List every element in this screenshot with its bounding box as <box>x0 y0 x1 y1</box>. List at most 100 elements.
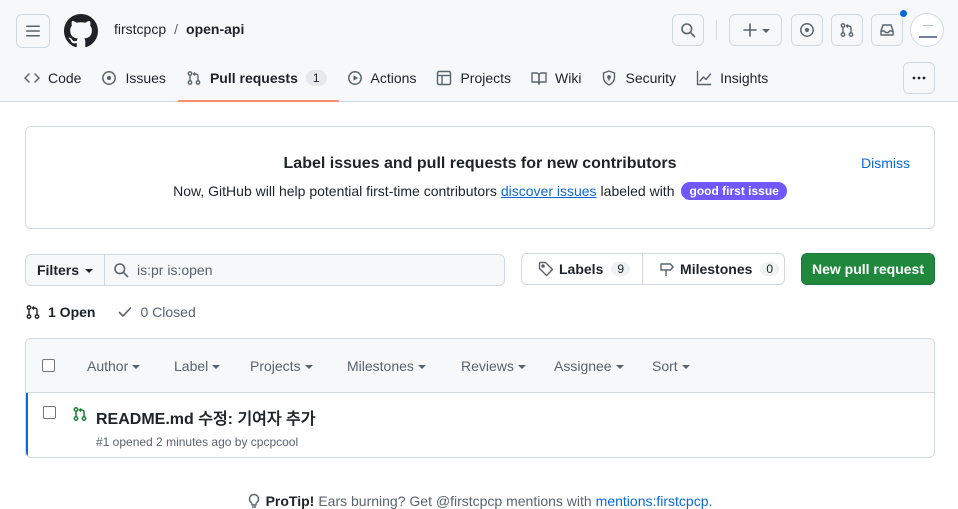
assignee-filter[interactable]: Assignee <box>554 358 624 374</box>
labels-label: Labels <box>559 261 604 277</box>
reviews-filter[interactable]: Reviews <box>461 358 526 374</box>
filter-label: Reviews <box>461 358 514 374</box>
closed-count-label: 0 Closed <box>140 304 196 320</box>
select-all-checkbox[interactable] <box>42 359 55 372</box>
new-pull-request-button[interactable]: New pull request <box>801 253 935 285</box>
code-icon <box>24 70 40 86</box>
search-button[interactable] <box>672 14 704 46</box>
open-count-label: 1 Open <box>48 304 96 320</box>
notification-indicator <box>899 9 908 18</box>
filters-label: Filters <box>36 262 79 278</box>
menu-button[interactable] <box>16 14 50 48</box>
header-divider <box>716 20 717 40</box>
tab-security[interactable]: Security <box>593 60 688 96</box>
chevron-down-icon <box>417 365 426 369</box>
tab-counter: 1 <box>305 70 327 86</box>
tab-issues[interactable]: Issues <box>93 60 177 96</box>
filters-button[interactable]: Filters <box>25 254 105 286</box>
repo-owner-link[interactable]: firstcpcp <box>114 21 166 37</box>
filter-label: Author <box>87 358 129 374</box>
milestones-filter[interactable]: Milestones <box>347 358 426 374</box>
author-filter[interactable]: Author <box>87 358 141 374</box>
search-icon <box>680 22 696 38</box>
pull-request-meta: #1 opened 2 minutes ago by cpcpcool <box>96 435 299 449</box>
open-filter[interactable]: 1 Open <box>25 304 95 320</box>
milestones-label: Milestones <box>680 261 753 277</box>
mentions-link[interactable]: mentions:firstcpcp. <box>596 493 713 509</box>
milestones-button[interactable]: Milestones 0 <box>642 254 791 284</box>
tab-label: Actions <box>370 70 417 86</box>
tab-projects[interactable]: Projects <box>428 60 523 96</box>
git-pull-request-icon <box>25 304 41 320</box>
check-icon <box>117 304 133 320</box>
milestone-icon <box>659 261 675 277</box>
book-icon <box>531 70 547 86</box>
repo-name-link[interactable]: open-api <box>186 21 244 37</box>
closed-filter[interactable]: 0 Closed <box>117 304 196 320</box>
labels-button[interactable]: Labels 9 <box>522 254 642 284</box>
tab-label: Pull requests <box>209 70 298 86</box>
breadcrumb: firstcpcp / open-api <box>114 21 244 37</box>
sort-filter[interactable]: Sort <box>652 358 690 374</box>
table-row[interactable]: README.md 수정: 기여자 추가 #1 opened 2 minutes… <box>26 393 934 457</box>
filter-label: Sort <box>652 358 678 374</box>
banner-title: Label issues and pull requests for new c… <box>283 155 677 172</box>
tab-wiki[interactable]: Wiki <box>523 60 593 96</box>
filter-label: Projects <box>250 358 301 374</box>
issue-opened-icon <box>101 70 117 86</box>
git-pull-request-icon <box>186 70 202 86</box>
chevron-down-icon <box>615 365 624 369</box>
more-options-button[interactable] <box>903 62 935 94</box>
shield-icon <box>601 70 617 86</box>
banner-text: Now, GitHub will help potential first-ti… <box>26 182 934 200</box>
chevron-down-icon <box>304 365 313 369</box>
menu-icon <box>25 23 41 39</box>
chevron-down-icon <box>85 267 93 273</box>
protip-lead: ProTip! <box>265 493 315 509</box>
chevron-down-icon <box>761 27 770 33</box>
pull-request-list: Author Label Projects Milestones Reviews… <box>25 338 935 458</box>
tab-code[interactable]: Code <box>16 60 93 96</box>
github-logo-icon[interactable] <box>64 14 98 48</box>
good-first-issue-label[interactable]: good first issue <box>681 182 787 200</box>
projects-filter[interactable]: Projects <box>250 358 313 374</box>
label-filter[interactable]: Label <box>174 358 221 374</box>
app-header: firstcpcp / open-api Code Issues Pull re… <box>0 0 958 102</box>
protip-text: Ears burning? Get @firstcpcp mentions wi… <box>318 493 592 509</box>
your-issues-button[interactable] <box>791 14 823 46</box>
tab-label: Security <box>625 70 677 86</box>
avatar[interactable] <box>910 13 944 47</box>
pull-request-title-link[interactable]: README.md 수정: 기여자 추가 <box>96 405 316 429</box>
tab-actions[interactable]: Actions <box>339 60 429 96</box>
tab-pull-requests[interactable]: Pull requests 1 <box>177 60 339 102</box>
row-checkbox[interactable] <box>43 406 56 419</box>
git-pull-request-icon <box>72 406 88 422</box>
contributors-banner: Label issues and pull requests for new c… <box>25 126 935 229</box>
chevron-down-icon <box>212 365 221 369</box>
your-pull-requests-button[interactable] <box>831 14 863 46</box>
git-pull-request-icon <box>839 22 855 38</box>
tab-label: Issues <box>125 70 166 86</box>
inbox-button[interactable] <box>871 9 908 46</box>
filter-label: Milestones <box>347 358 414 374</box>
labels-milestones-group: Labels 9 Milestones 0 <box>521 253 785 285</box>
search-input[interactable] <box>137 262 477 278</box>
graph-icon <box>696 70 712 86</box>
discover-issues-link[interactable]: discover issues <box>501 183 597 199</box>
chevron-down-icon <box>132 365 141 369</box>
dismiss-link[interactable]: Dismiss <box>861 155 910 171</box>
play-icon <box>347 70 363 86</box>
issue-opened-icon <box>799 22 815 38</box>
inbox-icon <box>879 22 895 38</box>
tab-insights[interactable]: Insights <box>688 60 780 96</box>
tab-label: Projects <box>460 70 512 86</box>
create-new-button[interactable] <box>729 14 782 46</box>
search-icon <box>113 262 129 278</box>
tab-label: Insights <box>720 70 769 86</box>
tab-label: Wiki <box>555 70 582 86</box>
chevron-down-icon <box>681 365 690 369</box>
table-icon <box>436 70 452 86</box>
kebab-horizontal-icon <box>911 70 927 86</box>
chevron-down-icon <box>517 365 526 369</box>
plus-icon <box>742 22 758 38</box>
